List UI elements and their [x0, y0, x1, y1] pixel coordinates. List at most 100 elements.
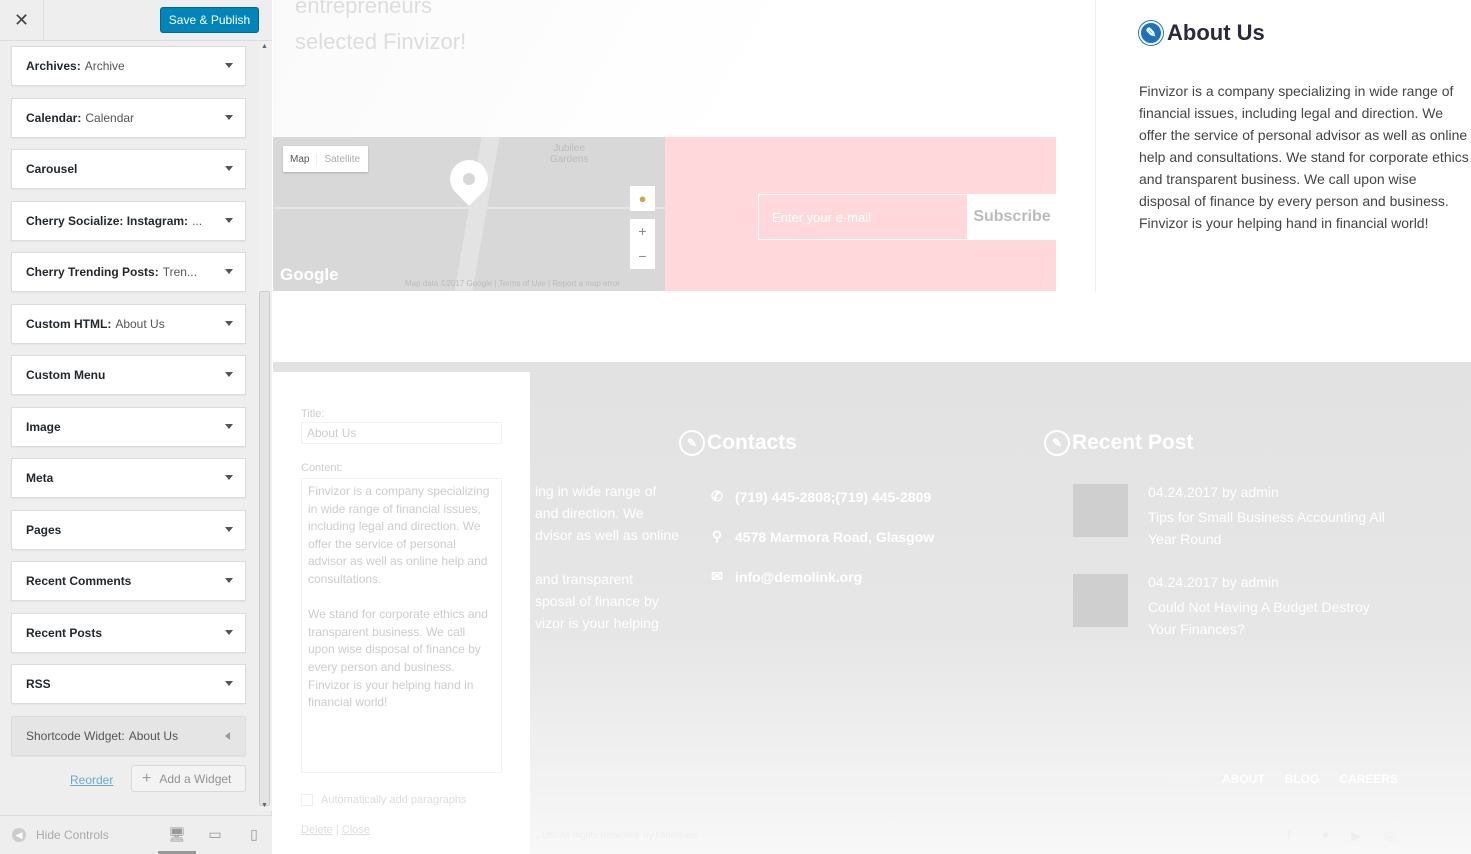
zoom-out-button[interactable]: −	[630, 244, 655, 269]
close-link[interactable]: Close	[342, 824, 370, 836]
expand-arrow-icon[interactable]	[225, 372, 233, 377]
email-input[interactable]	[758, 194, 968, 240]
pegman-icon[interactable]: ●	[630, 186, 655, 211]
post-thumbnail[interactable]	[1073, 484, 1128, 537]
email-text[interactable]: info@demolink.org	[735, 569, 862, 585]
map-tab[interactable]: Map	[283, 154, 316, 165]
youtube-icon[interactable]: ▶	[1351, 828, 1361, 844]
widget-item[interactable]: Carousel	[11, 149, 246, 189]
scroll-down-icon[interactable]: ▼	[261, 802, 268, 809]
footer-nav-home[interactable]: HOME	[1166, 772, 1202, 786]
instagram-icon[interactable]: ◎	[1384, 828, 1395, 844]
zoom-in-button[interactable]: +	[630, 219, 655, 244]
add-widget-label: Add a Widget	[159, 771, 232, 786]
widget-name: Pages	[26, 522, 62, 537]
widget-name: Custom HTML:	[26, 316, 112, 331]
widget-item[interactable]: Cherry Socialize: Instagram:...	[11, 200, 246, 241]
widget-item[interactable]: Meta	[11, 458, 246, 498]
widget-title: Calendar	[85, 110, 135, 125]
sidebar-header: ✕ Save & Publish	[0, 0, 272, 41]
pencil-icon[interactable]: ✎	[1044, 430, 1070, 456]
widget-item[interactable]: Archives: Archive	[11, 46, 246, 86]
contacts-title: Contacts	[707, 431, 797, 454]
reorder-link[interactable]: Reorder	[70, 773, 113, 787]
widget-title: About Us	[128, 728, 179, 743]
close-icon[interactable]: ✕	[0, 0, 44, 41]
checkbox-box[interactable]	[301, 794, 313, 806]
pencil-icon[interactable]: ✎	[1139, 21, 1163, 45]
post-title-link[interactable]: Tips for Small Business Accounting All Y…	[1148, 506, 1388, 550]
widget-item[interactable]: Shortcode Widget: About Us	[11, 715, 246, 756]
widget-title-input[interactable]: About Us	[301, 422, 502, 444]
post-meta: 04.24.2017 by admin	[1148, 484, 1279, 500]
hide-controls-label: Hide Controls	[36, 828, 109, 842]
tablet-preview-icon[interactable]: ▭	[206, 826, 224, 844]
editor-actions: Delete | Close	[301, 824, 370, 836]
widget-item[interactable]: Pages	[11, 509, 246, 550]
expand-arrow-icon[interactable]	[225, 475, 233, 480]
pencil-icon[interactable]: ✎	[679, 430, 705, 456]
expand-arrow-icon[interactable]	[225, 731, 230, 740]
location-pin-icon: ⚲	[711, 528, 723, 544]
widget-item[interactable]: Recent Posts	[11, 612, 246, 653]
expand-arrow-icon[interactable]	[225, 629, 233, 635]
contacts-heading: ✎ Contacts	[679, 430, 797, 456]
expand-arrow-icon[interactable]	[225, 166, 233, 171]
widget-item[interactable]: Custom Menu	[11, 355, 246, 395]
desktop-preview-icon[interactable]: 🖥	[168, 826, 186, 844]
post-thumbnail[interactable]	[1073, 574, 1128, 627]
twitter-icon[interactable]: ✦	[1320, 828, 1331, 844]
expand-arrow-icon[interactable]	[225, 114, 233, 120]
scrollbar-thumb[interactable]	[259, 291, 270, 806]
newsletter-box: Subscribe	[665, 137, 1056, 291]
footer-nav-careers[interactable]: CAREERS	[1339, 772, 1398, 786]
footer-nav-blog[interactable]: BLOG	[1285, 772, 1320, 786]
delete-link[interactable]: Delete	[301, 824, 333, 836]
report-link[interactable]: Report a map error	[552, 279, 620, 288]
phone-text: (719) 445-2808;(719) 445-2809	[735, 488, 932, 505]
facebook-icon[interactable]: f	[1287, 828, 1291, 843]
expand-arrow-icon[interactable]	[225, 320, 233, 326]
expand-arrow-icon[interactable]	[225, 63, 233, 68]
google-map[interactable]: Jubilee Gardens Map Satellite ● + − Goog…	[273, 137, 665, 291]
map-marker-dot	[463, 173, 475, 185]
expand-arrow-icon[interactable]	[225, 423, 233, 429]
available-widgets-list: Archives: Archive Calendar: Calendar Carouse…	[0, 41, 258, 811]
scroll-up-icon[interactable]: ▲	[261, 43, 268, 50]
expand-arrow-icon[interactable]	[225, 269, 233, 274]
post-title-link[interactable]: Could Not Having A Budget Destroy Your F…	[1148, 596, 1388, 640]
widget-name: Recent Comments	[26, 574, 132, 588]
satellite-tab[interactable]: Satellite	[316, 153, 367, 165]
widget-name: Recent Posts	[26, 625, 103, 640]
widget-title: Tren...	[162, 265, 197, 279]
terms-link[interactable]: Terms of Use	[499, 279, 546, 288]
map-type-toggle[interactable]: Map Satellite	[283, 146, 368, 172]
save-publish-button[interactable]: Save & Publish	[160, 7, 259, 33]
hide-controls-button[interactable]: ◀ Hide Controls	[12, 828, 109, 842]
auto-paragraphs-checkbox[interactable]: Automatically add paragraphs	[301, 794, 467, 806]
google-logo: Google	[280, 265, 339, 284]
sidebar-scrollbar[interactable]: ▲ ▼	[258, 41, 272, 811]
subscribe-button[interactable]: Subscribe	[968, 194, 1056, 240]
expand-arrow-icon[interactable]	[225, 578, 233, 583]
mobile-preview-icon[interactable]: ▯	[245, 826, 263, 844]
expand-arrow-icon[interactable]	[225, 681, 233, 686]
plus-icon: +	[142, 769, 152, 787]
add-widget-button[interactable]: + Add a Widget	[131, 765, 246, 792]
widget-content-textarea[interactable]: Finvizor is a company specializing in wi…	[301, 478, 502, 773]
widget-item[interactable]: Image	[11, 406, 246, 447]
zoom-controls: + −	[630, 219, 655, 269]
expand-arrow-icon[interactable]	[225, 217, 233, 223]
widget-item[interactable]: Recent Comments	[11, 561, 246, 601]
footer-about-text: ing in wide range of and direction. We d…	[535, 483, 679, 631]
phone-icon: ✆	[711, 488, 723, 504]
footer-nav-about[interactable]: ABOUT	[1222, 772, 1265, 786]
expand-arrow-icon[interactable]	[225, 526, 233, 532]
widget-item[interactable]: Cherry Trending Posts: Tren...	[11, 252, 246, 292]
map-data-text: Map data ©2017 Google	[405, 279, 493, 288]
widget-title: About Us	[115, 316, 165, 331]
contact-email: ✉ info@demolink.org	[707, 568, 862, 585]
widget-item[interactable]: Custom HTML: About Us	[11, 303, 246, 344]
widget-item[interactable]: RSS	[11, 664, 246, 704]
widget-item[interactable]: Calendar: Calendar	[11, 97, 246, 138]
